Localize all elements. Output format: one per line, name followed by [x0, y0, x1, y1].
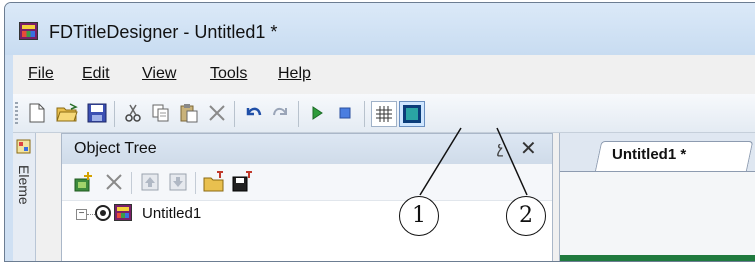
client-area: File Edit View Tools Help Eleme Object T…: [13, 55, 755, 261]
delete-icon[interactable]: [205, 101, 229, 125]
stop-icon[interactable]: [333, 101, 357, 125]
cut-icon[interactable]: [121, 101, 145, 125]
main-toolbar: [13, 94, 755, 133]
move-down-icon[interactable]: [166, 170, 190, 194]
menu-file[interactable]: File: [28, 65, 54, 83]
save-icon[interactable]: [85, 101, 109, 125]
object-tree-header: Object Tree չ ✕: [62, 134, 552, 164]
object-tree-panel: Object Tree չ ✕ − Untitled1: [61, 133, 553, 261]
copy-icon[interactable]: [149, 101, 173, 125]
toolbar-separator: [131, 172, 132, 194]
document-area: Untitled1 *: [559, 133, 755, 261]
collapse-icon[interactable]: −: [76, 209, 87, 220]
elements-icon[interactable]: [16, 139, 31, 154]
toolbar-separator: [114, 101, 115, 127]
export-icon[interactable]: [230, 170, 254, 194]
title-document-icon: [114, 204, 132, 221]
add-object-icon[interactable]: [72, 170, 96, 194]
app-window: FDTitleDesigner - Untitled1 * File Edit …: [4, 2, 755, 262]
object-tree-title: Object Tree: [74, 140, 157, 157]
tree-item-label: Untitled1: [142, 205, 202, 222]
canvas-area[interactable]: [560, 171, 755, 261]
title-bar: FDTitleDesigner - Untitled1 *: [5, 3, 755, 55]
visibility-icon[interactable]: [95, 205, 111, 221]
tree-item-root[interactable]: − Untitled1: [62, 204, 552, 230]
safe-area-icon[interactable]: [399, 101, 425, 127]
toolbar-grip[interactable]: [15, 102, 18, 126]
callout-1: 1: [399, 196, 439, 236]
side-panel-strip: Eleme: [13, 133, 36, 261]
app-icon: [19, 22, 38, 40]
remove-object-icon[interactable]: [102, 170, 126, 194]
menu-edit[interactable]: Edit: [82, 65, 110, 83]
pin-icon[interactable]: չ: [497, 138, 503, 158]
callout-2: 2: [506, 196, 546, 236]
toolbar-separator: [364, 101, 365, 127]
toolbar-separator: [195, 172, 196, 194]
open-icon[interactable]: [55, 101, 79, 125]
menu-tools[interactable]: Tools: [210, 65, 247, 83]
play-icon[interactable]: [305, 101, 329, 125]
close-icon[interactable]: ✕: [520, 136, 537, 161]
new-icon[interactable]: [25, 101, 49, 125]
window-title: FDTitleDesigner - Untitled1 *: [49, 22, 278, 42]
document-tab-label[interactable]: Untitled1 *: [612, 146, 686, 163]
menu-view[interactable]: View: [142, 65, 176, 83]
menu-help[interactable]: Help: [278, 65, 311, 83]
menu-bar: File Edit View Tools Help: [13, 55, 755, 93]
import-icon[interactable]: [202, 170, 226, 194]
grid-icon[interactable]: [371, 101, 397, 127]
undo-icon[interactable]: [241, 101, 265, 125]
toolbar-separator: [234, 101, 235, 127]
move-up-icon[interactable]: [138, 170, 162, 194]
tree-connector: [87, 214, 95, 215]
paste-icon[interactable]: [177, 101, 201, 125]
redo-icon[interactable]: [269, 101, 293, 125]
object-tree-toolbar: [62, 164, 552, 201]
toolbar-separator: [298, 101, 299, 127]
elements-tab-label[interactable]: Eleme: [16, 165, 32, 205]
canvas-preview-strip: [560, 255, 755, 261]
